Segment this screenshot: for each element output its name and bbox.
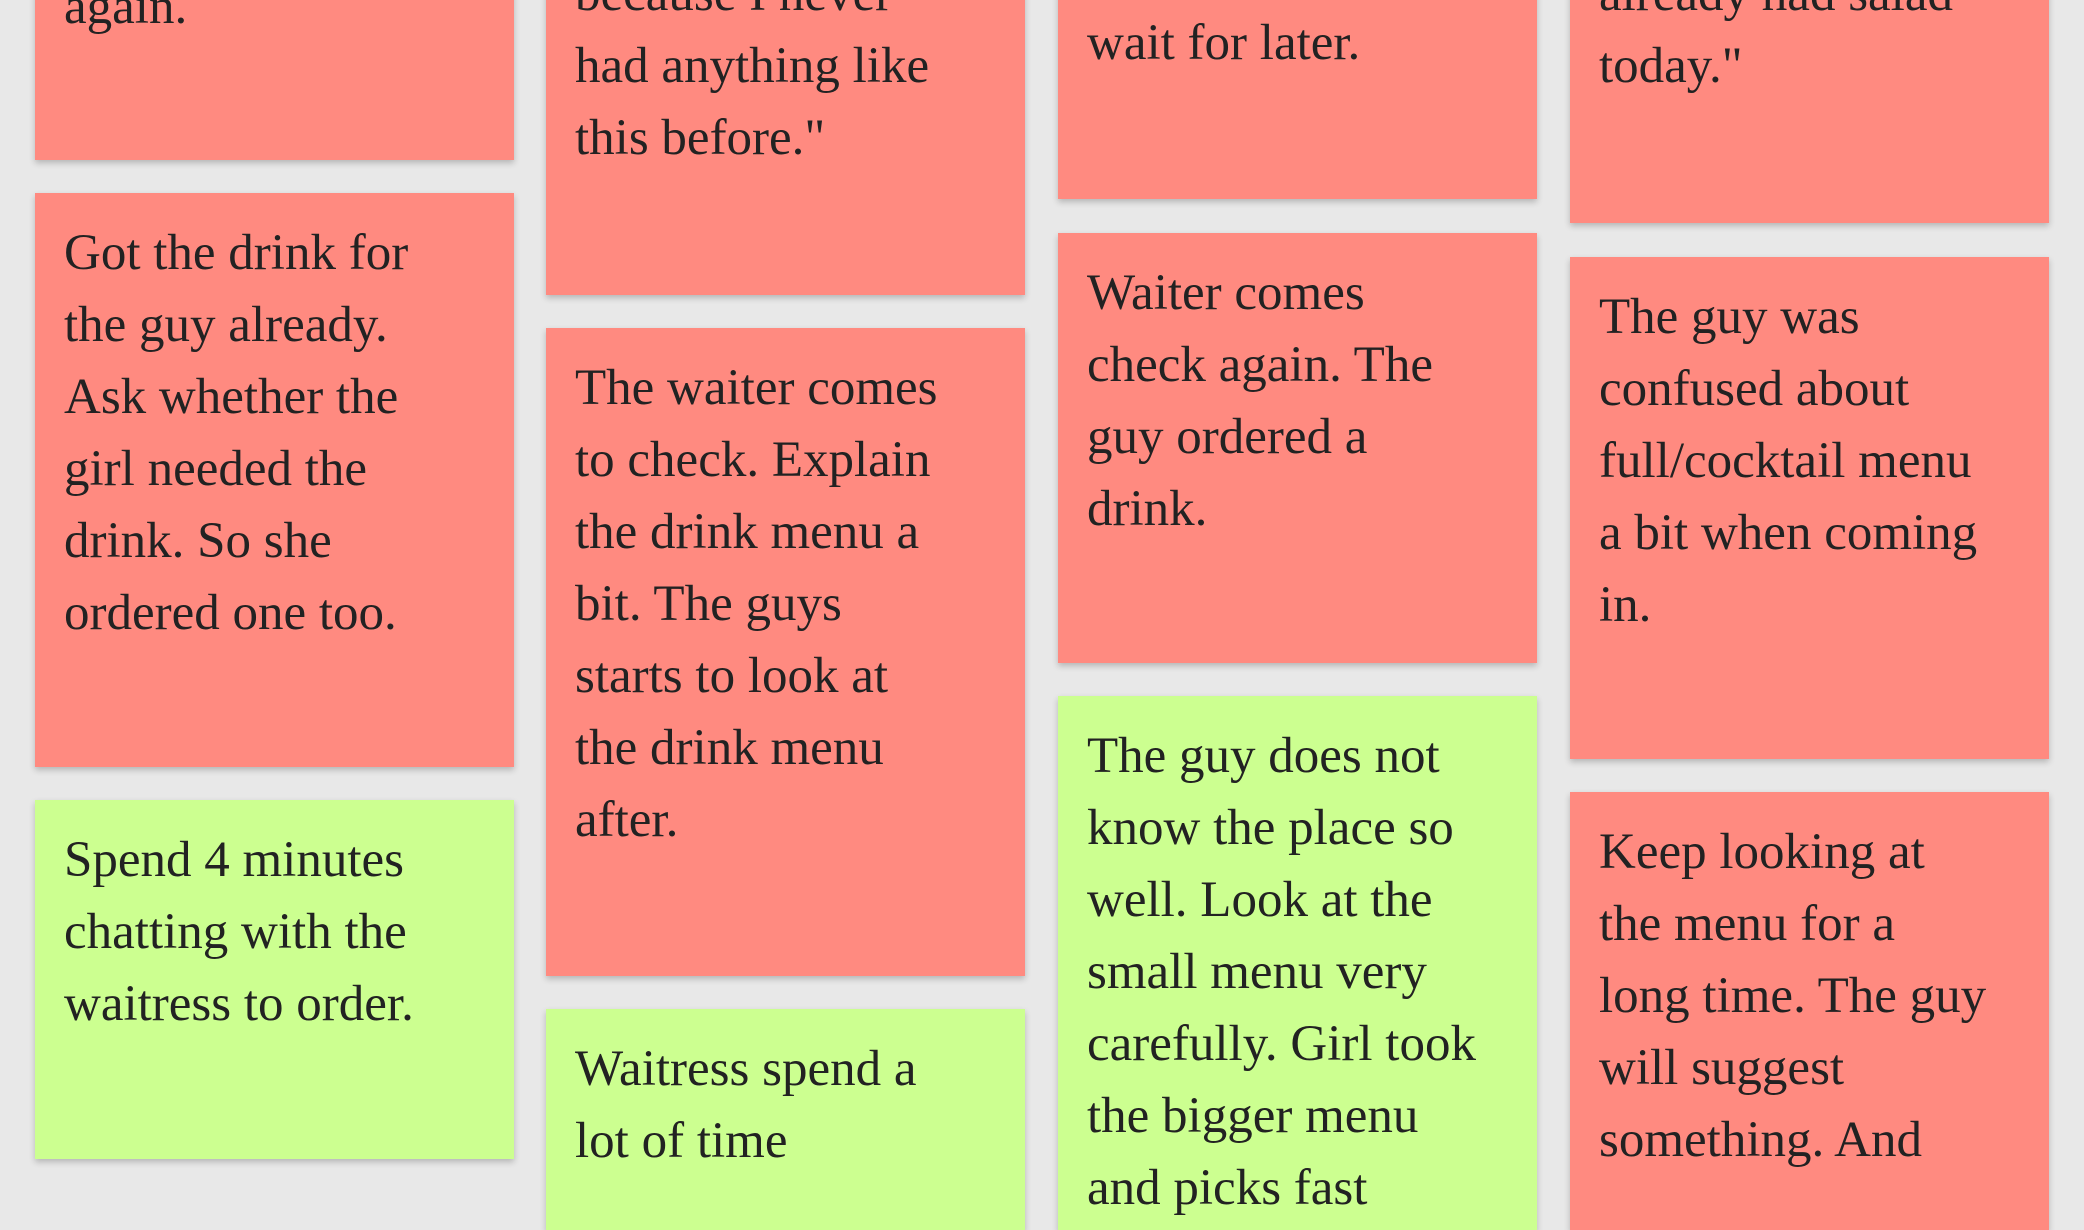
note-text-line: because I never	[575, 0, 1015, 30]
sticky-note-text: again.	[64, 0, 504, 43]
note-text-line: carefully. Girl took	[1087, 1016, 1476, 1072]
sticky-note-text: Waitress spend a lot of time	[575, 1033, 1015, 1177]
note-text-line: waitress to order.	[64, 976, 414, 1032]
sticky-note-text: The guy was confused about full/cocktail m…	[1599, 281, 2039, 641]
note-text-line: to check. Explain	[575, 432, 931, 488]
note-text-line: The waiter comes	[575, 360, 938, 416]
note-text-line: confused about	[1599, 361, 1910, 417]
sticky-note-text: because I never had anything like this bef…	[575, 0, 1015, 174]
note-text-line: already had salad	[1599, 0, 2039, 30]
sticky-note[interactable]: again.	[35, 0, 514, 160]
sticky-note[interactable]: Waitress spend a lot of time	[546, 1009, 1025, 1230]
sticky-note[interactable]: The guy was confused about full/cocktail m…	[1570, 257, 2049, 759]
note-text-line: will suggest	[1599, 1040, 1845, 1096]
sticky-note-text: Spend 4 minutes chatting with the waitress…	[64, 824, 504, 1040]
note-text-line: girl needed the	[64, 441, 368, 497]
note-text-line: the drink menu a	[575, 504, 920, 560]
note-text-line: The guy was	[1599, 289, 1860, 345]
note-text-line: Keep looking at	[1599, 824, 1925, 880]
note-text-line: The guy does not	[1087, 728, 1440, 784]
note-text-line: Got the drink for	[64, 225, 409, 281]
note-text-line: full/cocktail menu	[1599, 433, 1972, 489]
sticky-note-text: wait for later.	[1087, 7, 1527, 79]
note-text-line: Ask whether the	[64, 369, 399, 425]
note-text-line: drink. So she	[64, 513, 332, 569]
sticky-note[interactable]: Waiter comes check again. The guy ordered …	[1058, 233, 1537, 663]
sticky-note[interactable]: Keep looking at the menu for a long time. …	[1570, 792, 2049, 1230]
sticky-note-text: The waiter comes to check. Explain the dri…	[575, 352, 1015, 856]
sticky-note-text: already had salad today."	[1599, 0, 2039, 102]
sticky-note[interactable]: because I never had anything like this bef…	[546, 0, 1025, 295]
note-text-line: had anything like	[575, 38, 930, 94]
note-text-line: a bit when coming	[1599, 505, 1978, 561]
note-text-line: and picks fast	[1087, 1160, 1368, 1216]
sticky-note[interactable]: Got the drink for the guy already. Ask whe…	[35, 193, 514, 767]
sticky-note-text: Keep looking at the menu for a long time. …	[1599, 816, 2039, 1176]
sticky-note[interactable]: Spend 4 minutes chatting with the waitress…	[35, 800, 514, 1159]
sticky-note[interactable]: wait for later.	[1058, 0, 1537, 199]
note-text-line: small menu very	[1087, 944, 1427, 1000]
note-text-line: long time. The guy	[1599, 968, 1987, 1024]
note-text-line: check again. The	[1087, 337, 1433, 393]
note-text-line: well. Look at the	[1087, 872, 1433, 928]
note-text-line: this before."	[575, 110, 826, 166]
note-text-line: guy ordered a	[1087, 409, 1368, 465]
sticky-note-text: Waiter comes check again. The guy ordered …	[1087, 257, 1527, 545]
note-text-line: the drink menu	[575, 720, 884, 776]
note-text-line: something. And	[1599, 1112, 1923, 1168]
note-text-line: Waiter comes	[1087, 265, 1365, 321]
note-text-line: Waitress spend a	[575, 1041, 917, 1097]
note-text-line: after.	[575, 792, 679, 848]
sticky-note[interactable]: already had salad today."	[1570, 0, 2049, 223]
note-text-line: know the place so	[1087, 800, 1454, 856]
note-text-line: today."	[1599, 38, 1743, 94]
note-text-line: again.	[64, 0, 188, 35]
note-text-line: chatting with the	[64, 904, 407, 960]
note-text-line: drink.	[1087, 481, 1208, 537]
sticky-note[interactable]: The waiter comes to check. Explain the dri…	[546, 328, 1025, 976]
note-text-line: the guy already.	[64, 297, 388, 353]
note-text-line: starts to look at	[575, 648, 889, 704]
note-text-line: Spend 4 minutes	[64, 832, 404, 888]
note-text-line: bit. The guys	[575, 576, 842, 632]
note-text-line: in.	[1599, 577, 1652, 633]
sticky-note-text: Got the drink for the guy already. Ask whe…	[64, 217, 504, 649]
sticky-note-text: The guy does not know the place so well. L…	[1087, 720, 1527, 1224]
note-text-line: ordered one too.	[64, 585, 397, 641]
note-text-line: the bigger menu	[1087, 1088, 1419, 1144]
note-text-line: lot of time	[575, 1113, 788, 1169]
sticky-note[interactable]: The guy does not know the place so well. L…	[1058, 696, 1537, 1230]
note-text-line: the menu for a	[1599, 896, 1895, 952]
note-text-line: wait for later.	[1087, 15, 1361, 71]
